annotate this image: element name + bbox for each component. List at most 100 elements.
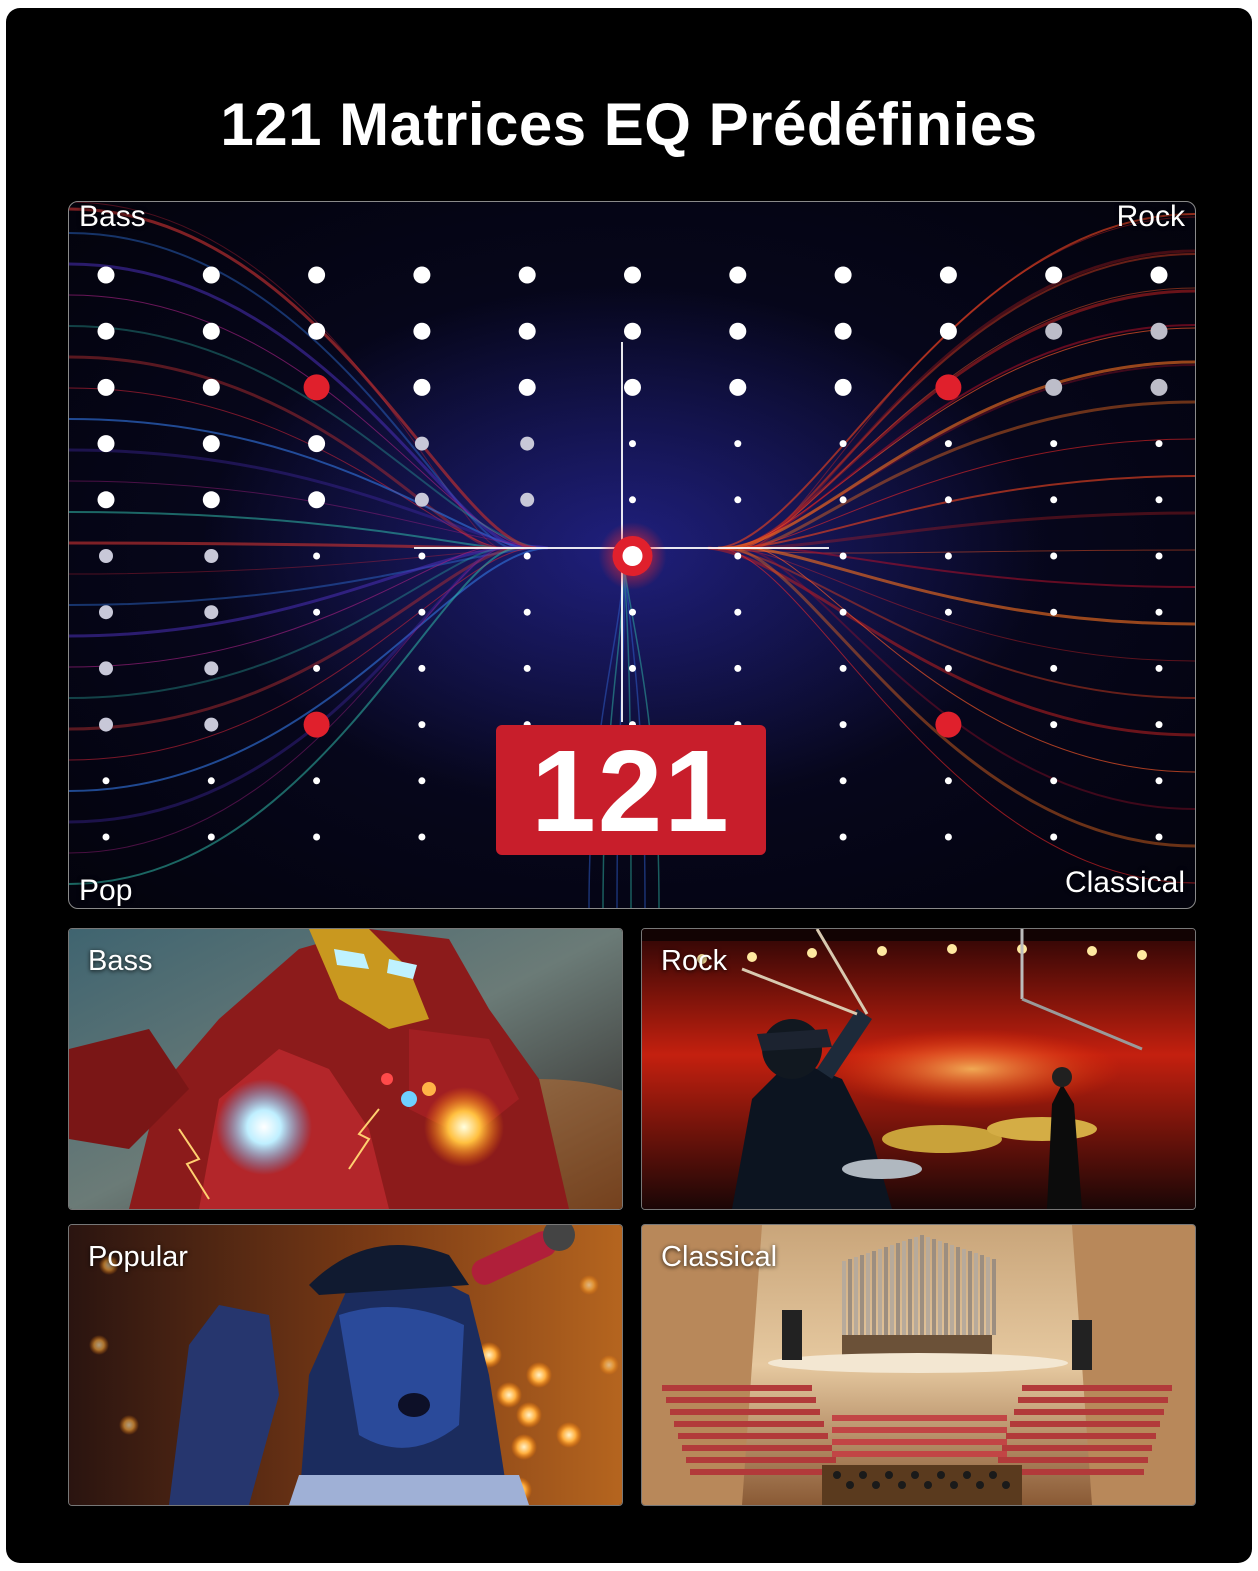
matrix-point bbox=[1050, 496, 1058, 504]
matrix-point bbox=[523, 664, 531, 672]
matrix-point bbox=[939, 266, 957, 284]
matrix-point bbox=[1155, 440, 1163, 448]
matrix-point bbox=[520, 492, 535, 507]
tile-label-popular: Popular bbox=[88, 1241, 188, 1273]
matrix-point bbox=[1050, 608, 1058, 616]
matrix-point bbox=[729, 322, 747, 340]
matrix-point bbox=[1155, 664, 1163, 672]
matrix-point bbox=[629, 608, 636, 616]
matrix-point bbox=[729, 266, 747, 284]
matrix-point bbox=[207, 777, 215, 785]
matrix-point bbox=[518, 322, 536, 340]
matrix-point bbox=[99, 605, 113, 620]
matrix-point bbox=[102, 777, 110, 785]
matrix-point bbox=[1155, 552, 1163, 560]
matrix-point bbox=[202, 322, 220, 340]
matrix-point bbox=[413, 266, 431, 284]
matrix-point bbox=[944, 552, 952, 560]
matrix-point bbox=[202, 435, 220, 453]
matrix-point bbox=[729, 378, 747, 396]
matrix-point bbox=[313, 552, 321, 560]
matrix-point bbox=[308, 266, 326, 284]
matrix-point bbox=[97, 491, 115, 509]
corner-label-pop: Pop bbox=[79, 874, 133, 907]
matrix-point bbox=[207, 833, 215, 841]
product-panel: 121 Matrices EQ Prédéfinies Bass Rock Po… bbox=[6, 8, 1252, 1563]
matrix-point bbox=[204, 661, 219, 676]
matrix-point bbox=[313, 664, 321, 672]
matrix-point bbox=[944, 496, 952, 504]
matrix-point bbox=[97, 435, 115, 453]
matrix-point bbox=[629, 440, 636, 448]
matrix-point bbox=[418, 664, 426, 672]
matrix-point bbox=[1155, 833, 1163, 841]
matrix-point bbox=[944, 440, 952, 448]
matrix-point bbox=[1150, 322, 1168, 340]
matrix-point bbox=[1155, 721, 1163, 729]
matrix-point bbox=[202, 491, 220, 509]
eq-matrix-panel[interactable]: Bass Rock Pop Classical 121 bbox=[68, 201, 1196, 909]
matrix-point bbox=[313, 608, 321, 616]
matrix-point bbox=[418, 777, 426, 785]
matrix-point bbox=[523, 552, 531, 560]
highlight-point bbox=[303, 711, 330, 738]
matrix-point bbox=[313, 777, 321, 785]
matrix-point bbox=[99, 717, 113, 732]
highlight-point bbox=[935, 711, 962, 738]
preset-count-badge: 121 bbox=[496, 725, 766, 856]
corner-label-bass: Bass bbox=[79, 201, 146, 233]
matrix-point bbox=[944, 608, 952, 616]
matrix-point bbox=[839, 608, 847, 616]
genre-tile-bass[interactable]: Bass bbox=[68, 928, 623, 1210]
matrix-point bbox=[1150, 378, 1168, 396]
matrix-point bbox=[520, 436, 535, 451]
matrix-point bbox=[418, 721, 426, 729]
highlight-point bbox=[303, 374, 330, 401]
matrix-point bbox=[313, 833, 321, 841]
matrix-point bbox=[308, 322, 326, 340]
matrix-point bbox=[839, 664, 847, 672]
matrix-point bbox=[1045, 322, 1063, 340]
matrix-point bbox=[97, 322, 115, 340]
tile-label-bass: Bass bbox=[88, 945, 153, 977]
genre-tile-rock[interactable]: Rock bbox=[641, 928, 1196, 1210]
matrix-point bbox=[308, 435, 326, 453]
tile-label-rock: Rock bbox=[661, 945, 728, 977]
genre-tile-popular[interactable]: Popular bbox=[68, 1224, 623, 1506]
matrix-point bbox=[734, 496, 742, 504]
matrix-point bbox=[1050, 440, 1058, 448]
matrix-point bbox=[939, 322, 957, 340]
matrix-point bbox=[523, 608, 531, 616]
matrix-point bbox=[99, 661, 113, 676]
matrix-point bbox=[202, 266, 220, 284]
matrix-point bbox=[414, 436, 429, 451]
matrix-point bbox=[97, 266, 115, 284]
matrix-point bbox=[418, 552, 426, 560]
matrix-point bbox=[413, 378, 431, 396]
matrix-point bbox=[834, 266, 852, 284]
matrix-point bbox=[413, 322, 431, 340]
matrix-point bbox=[629, 496, 636, 504]
matrix-point bbox=[99, 549, 113, 563]
matrix-point bbox=[624, 322, 641, 340]
matrix-point bbox=[944, 833, 952, 841]
matrix-point bbox=[1155, 496, 1163, 504]
matrix-point bbox=[1050, 664, 1058, 672]
matrix-point bbox=[204, 605, 219, 620]
matrix-point bbox=[1050, 833, 1058, 841]
corner-label-rock: Rock bbox=[1116, 201, 1185, 233]
matrix-point bbox=[839, 833, 847, 841]
matrix-point bbox=[734, 608, 742, 616]
matrix-point bbox=[1050, 777, 1058, 785]
matrix-point bbox=[204, 717, 219, 732]
matrix-point bbox=[734, 552, 742, 560]
matrix-point bbox=[624, 266, 641, 284]
genre-tile-classical[interactable]: Classical bbox=[641, 1224, 1196, 1506]
matrix-point bbox=[1050, 721, 1058, 729]
matrix-point bbox=[202, 378, 220, 396]
matrix-point bbox=[418, 608, 426, 616]
matrix-point bbox=[1045, 378, 1063, 396]
matrix-point bbox=[839, 496, 847, 504]
matrix-point bbox=[418, 833, 426, 841]
matrix-point bbox=[1155, 608, 1163, 616]
